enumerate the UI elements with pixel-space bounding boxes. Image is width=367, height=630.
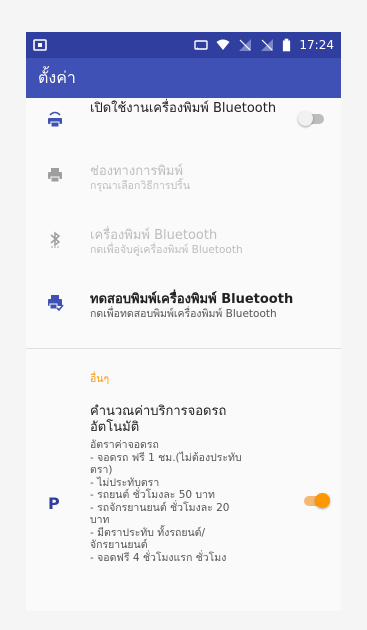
setting-summary: กดเพื่อจับคู่เครื่องพิมพ์ Bluetooth <box>90 244 243 256</box>
app-bar: ตั้งค่า <box>26 58 341 98</box>
enable-bt-printer-switch[interactable] <box>298 111 326 126</box>
setting-title: เครื่องพิมพ์ Bluetooth <box>90 228 218 243</box>
setting-title: ช่องทางการพิมพ์ <box>90 164 184 179</box>
setting-title: ทดสอบพิมพ์เครื่องพิมพ์ Bluetooth <box>90 292 294 307</box>
setting-parking-fee[interactable]: P คำนวณค่าบริการจอดรถ อัตโนมัติ อัตราค่า… <box>26 398 341 611</box>
phone-screen: 17:24 ตั้งค่า เปิดใช้งานเครื่องพิมพ์ Blu… <box>26 32 341 611</box>
printer-check-icon <box>48 295 64 311</box>
parking-icon: P <box>48 494 60 513</box>
bluetooth-icon <box>50 231 61 248</box>
setting-title: คำนวณค่าบริการจอดรถ อัตโนมัติ <box>90 404 227 435</box>
setting-title: เปิดใช้งานเครื่องพิมพ์ Bluetooth <box>90 101 277 116</box>
signal-off-icon-2 <box>261 39 274 51</box>
printer-wifi-icon <box>48 111 62 128</box>
parking-fee-switch[interactable] <box>302 493 330 508</box>
setting-enable-bt-printer[interactable]: เปิดใช้งานเครื่องพิมพ์ Bluetooth <box>26 98 341 140</box>
setting-description: อัตราค่าจอดรถ - จอดรถ ฟรี 1 ชม.(ไม่ต้องป… <box>90 439 242 564</box>
setting-bt-printer: เครื่องพิมพ์ Bluetooth กดเพื่อจับคู่เครื… <box>26 222 341 266</box>
setting-summary: กดเพื่อทดสอบพิมพ์เครื่องพิมพ์ Bluetooth <box>90 308 277 320</box>
setting-print-channel: ช่องทางการพิมพ์ กรุณาเลือกวิธีการปริ้น <box>26 158 341 202</box>
setting-test-print[interactable]: ทดสอบพิมพ์เครื่องพิมพ์ Bluetooth กดเพื่อ… <box>26 286 341 330</box>
cast-icon <box>194 40 209 50</box>
printer-icon <box>48 168 62 183</box>
setting-summary: กรุณาเลือกวิธีการปริ้น <box>90 180 191 192</box>
divider <box>26 348 341 349</box>
category-other: อื่นๆ <box>90 373 110 385</box>
battery-icon <box>283 38 291 52</box>
status-time: 17:24 <box>299 38 334 52</box>
signal-off-icon <box>239 39 252 51</box>
page-title: ตั้งค่า <box>38 67 76 87</box>
settings-list[interactable]: เปิดใช้งานเครื่องพิมพ์ Bluetooth ช่องทาง… <box>26 98 341 611</box>
screenshot-icon <box>33 39 47 51</box>
status-bar: 17:24 <box>26 32 341 58</box>
wifi-icon <box>216 39 230 50</box>
